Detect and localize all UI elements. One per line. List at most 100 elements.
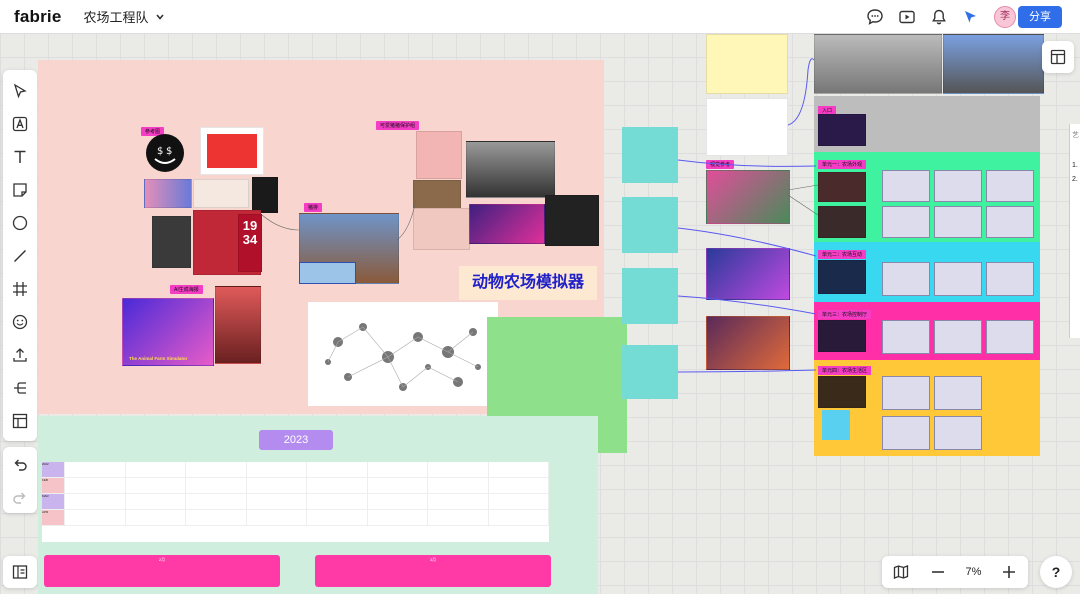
select-tool[interactable]: [3, 74, 37, 107]
animal-farm-card[interactable]: [193, 179, 249, 208]
visual-ref-image-3[interactable]: [706, 316, 790, 370]
network-diagram[interactable]: [308, 302, 498, 406]
unit1-thumb-5[interactable]: [934, 206, 982, 238]
bell-icon[interactable]: [930, 8, 948, 26]
help-button[interactable]: ?: [1040, 556, 1072, 588]
street-scene-photo[interactable]: [413, 180, 461, 209]
app-logo[interactable]: fabrie: [14, 7, 62, 27]
emoji-tool[interactable]: [3, 305, 37, 338]
unit4-thumb-1[interactable]: [882, 376, 930, 410]
calendar-row-label: 2022: [42, 462, 65, 478]
text-box-tool[interactable]: [3, 107, 37, 140]
tag-visual-reference[interactable]: 视觉参考: [706, 160, 735, 169]
mind-map-tool[interactable]: [3, 371, 37, 404]
infographic-2[interactable]: [706, 98, 788, 156]
frame-tool[interactable]: [3, 272, 37, 305]
unit1-thumb-2[interactable]: [934, 170, 982, 202]
visual-ref-image-2[interactable]: [706, 248, 790, 300]
unit1-photo-2[interactable]: [818, 206, 866, 238]
pig-balloon-photo[interactable]: [413, 208, 470, 250]
zoom-level[interactable]: 7%: [966, 566, 982, 578]
tag-ai-poster[interactable]: AI生成海报: [170, 285, 203, 294]
video-play-icon[interactable]: [898, 8, 916, 26]
unit1-thumb-3[interactable]: [986, 170, 1034, 202]
project-switcher[interactable]: 农场工程队: [84, 7, 165, 26]
unit2-thumb-2[interactable]: [934, 262, 982, 296]
zoom-controls: 7%: [882, 556, 1028, 588]
panel-toggle-button[interactable]: [3, 556, 37, 588]
svg-text:$: $: [157, 146, 163, 157]
upload-tool[interactable]: [3, 338, 37, 371]
note-4[interactable]: [622, 345, 678, 399]
pig-character-poster[interactable]: [215, 286, 261, 364]
unit2-photo[interactable]: [818, 260, 866, 294]
street-photo[interactable]: [299, 262, 356, 284]
render-image-1[interactable]: [814, 34, 942, 94]
note-1[interactable]: [622, 127, 678, 183]
poster-image[interactable]: [200, 127, 264, 175]
note-2[interactable]: [622, 197, 678, 253]
month-label: 2月: [158, 557, 166, 562]
unit3-thumb-2[interactable]: [934, 320, 982, 354]
calendar-grid[interactable]: 2022 FEB MAR APR: [42, 462, 549, 542]
offscreen-panel[interactable]: 艺 1. 2.: [1069, 124, 1080, 338]
unit3-photo[interactable]: [818, 320, 866, 352]
unit2-thumb-1[interactable]: [882, 262, 930, 296]
month-bar-feb[interactable]: 2月: [44, 555, 280, 587]
minimap-icon[interactable]: [892, 563, 910, 581]
month-bar-mar[interactable]: 3月: [315, 555, 551, 587]
text-tool[interactable]: [3, 140, 37, 173]
board-main-title[interactable]: 动物农场模拟器: [459, 266, 597, 300]
note-3[interactable]: [622, 268, 678, 324]
board-layout-button[interactable]: [1042, 41, 1074, 73]
pig-sculpture-photo[interactable]: [466, 141, 555, 198]
upload-icon: [13, 347, 27, 362]
unit2-thumb-3[interactable]: [986, 262, 1034, 296]
visual-ref-image-1[interactable]: [706, 170, 790, 224]
zoom-in-icon[interactable]: [1000, 563, 1018, 581]
shape-tool[interactable]: [3, 206, 37, 239]
chevron-down-icon: [155, 13, 164, 20]
infographic-1[interactable]: [706, 34, 788, 94]
line-tool[interactable]: [3, 239, 37, 272]
unit4-thumb-2[interactable]: [934, 376, 982, 410]
book-image[interactable]: [152, 216, 191, 268]
tag-pork[interactable]: 猪排: [304, 203, 323, 212]
zoom-out-icon[interactable]: [929, 563, 947, 581]
factory-poster[interactable]: [416, 131, 462, 179]
number-poster[interactable]: 19 34: [238, 214, 262, 272]
present-cursor-icon[interactable]: [962, 8, 980, 26]
unit4-thumb-4[interactable]: [934, 416, 982, 450]
undo-button[interactable]: [3, 447, 37, 480]
section-tag-unit-4[interactable]: 单元四：农场生活区: [818, 366, 872, 375]
unit3-thumb-1[interactable]: [882, 320, 930, 354]
smiley-sticker-icon[interactable]: $ $: [143, 133, 187, 173]
section-tag-unit-3[interactable]: 单元三：农场控制厅: [818, 310, 872, 319]
unit4-photo[interactable]: [818, 376, 866, 408]
collage-image[interactable]: [144, 179, 192, 208]
sticky-note-icon: [13, 182, 27, 197]
unit3-thumb-3[interactable]: [986, 320, 1034, 354]
entrance-thumb[interactable]: [818, 114, 866, 146]
unit4-note[interactable]: [822, 410, 850, 440]
ai-poster-image[interactable]: The Animal Farm Simulator: [122, 298, 214, 366]
unit1-thumb-6[interactable]: [986, 206, 1034, 238]
tag-pig-protection[interactable]: 可爱猪猪保护组: [376, 121, 420, 130]
share-button[interactable]: 分享: [1018, 6, 1062, 28]
avatar[interactable]: 李: [994, 6, 1016, 28]
tshirt-image[interactable]: [545, 195, 599, 246]
layout-tool[interactable]: [3, 404, 37, 437]
section-tag-unit-1[interactable]: 单元一：农场外观: [818, 160, 867, 169]
render-image-2[interactable]: [943, 34, 1044, 94]
unit1-photo[interactable]: [818, 172, 866, 202]
unit4-thumb-3[interactable]: [882, 416, 930, 450]
year-label[interactable]: 2023: [259, 430, 333, 450]
concert-photo[interactable]: [469, 204, 545, 244]
unit1-thumb-1[interactable]: [882, 170, 930, 202]
unit1-thumb-4[interactable]: [882, 206, 930, 238]
section-tag-unit-2[interactable]: 单元二：农场互动: [818, 250, 867, 259]
comment-icon[interactable]: [866, 8, 884, 26]
dark-poster-image[interactable]: [252, 177, 278, 213]
sticky-note-tool[interactable]: [3, 173, 37, 206]
redo-button[interactable]: [3, 480, 37, 513]
